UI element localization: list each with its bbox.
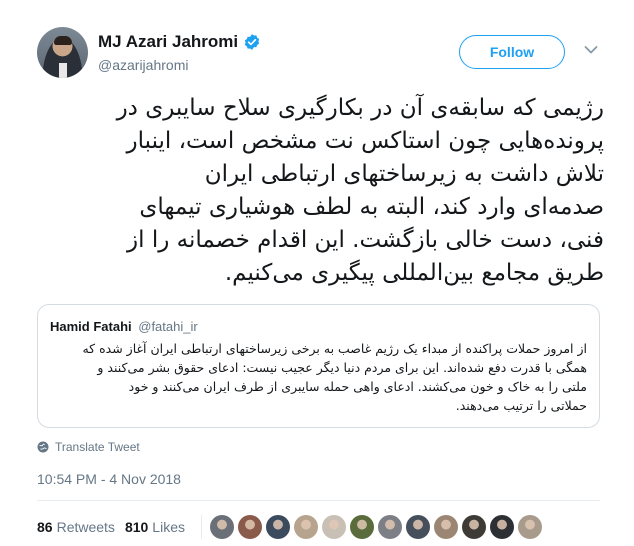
retweets-stat[interactable]: 86 Retweets [37, 519, 115, 535]
quoted-tweet-text: از امروز حملات پراکنده از مبداء یک رژیم … [82, 341, 587, 413]
translate-label[interactable]: Translate Tweet [55, 440, 140, 454]
chevron-down-icon[interactable] [584, 45, 598, 55]
liker-avatar[interactable] [321, 515, 346, 539]
liker-avatar[interactable] [405, 515, 430, 539]
quoted-author-handle: @fatahi_ir [138, 319, 198, 334]
quoted-tweet[interactable]: Hamid Fatahi @fatahi_ir از امروز حملات پ… [37, 304, 600, 428]
avatar-hair [54, 36, 72, 45]
translate-tweet-link[interactable]: Translate Tweet [37, 440, 140, 454]
quoted-tweet-header: Hamid Fatahi @fatahi_ir [50, 319, 198, 334]
liker-avatar[interactable] [377, 515, 402, 539]
likes-count: 810 [124, 519, 149, 535]
liker-avatars [209, 515, 542, 539]
liker-avatar[interactable] [517, 515, 542, 539]
quoted-author-name: Hamid Fatahi [50, 319, 132, 334]
author-block: MJ Azari Jahromi @azarijahromi [98, 32, 261, 73]
liker-avatar[interactable] [349, 515, 374, 539]
liker-avatar[interactable] [209, 515, 234, 539]
stats-divider [200, 515, 202, 539]
globe-icon [37, 441, 49, 453]
liker-avatar[interactable] [489, 515, 514, 539]
liker-avatar[interactable] [237, 515, 262, 539]
author-name-row[interactable]: MJ Azari Jahromi [98, 32, 261, 52]
liker-avatar[interactable] [433, 515, 458, 539]
liker-avatar[interactable] [293, 515, 318, 539]
avatar-collar [59, 63, 67, 78]
avatar[interactable] [37, 27, 88, 78]
likes-label: Likes [152, 519, 185, 535]
author-handle[interactable]: @azarijahromi [98, 57, 261, 73]
tweet-timestamp[interactable]: 10:54 PM - 4 Nov 2018 [37, 471, 181, 487]
follow-button[interactable]: Follow [459, 35, 565, 69]
likes-stat[interactable]: 810 Likes [125, 519, 185, 535]
retweets-label: Retweets [56, 519, 115, 535]
verified-badge-icon [245, 34, 260, 50]
liker-avatar[interactable] [265, 515, 290, 539]
tweet-text: رژیمی که سابقه‌ی آن در بکارگیری سلاح سای… [116, 95, 604, 286]
retweets-count: 86 [37, 519, 53, 535]
tweet-card: MJ Azari Jahromi @azarijahromi Follow رژ… [0, 0, 634, 546]
divider [37, 500, 600, 501]
tweet-stats: 86 Retweets 810 Likes [37, 515, 542, 539]
liker-avatar[interactable] [461, 515, 486, 539]
author-display-name[interactable]: MJ Azari Jahromi [98, 32, 238, 52]
